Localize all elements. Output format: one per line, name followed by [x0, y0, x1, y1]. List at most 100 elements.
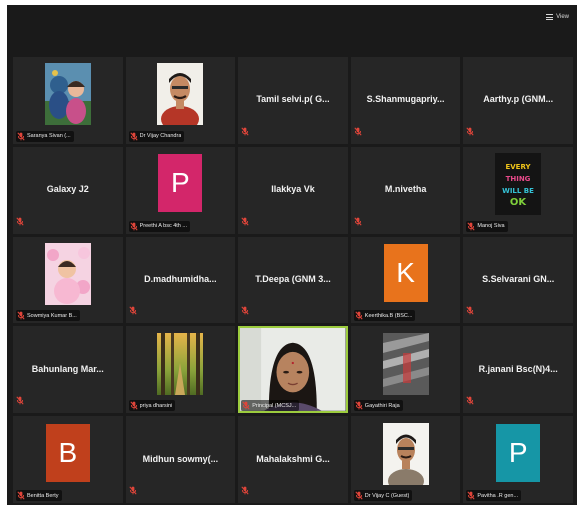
participant-tile[interactable]: Dr Vijay C (Guest) [350, 416, 461, 503]
mic-muted-icon [17, 311, 25, 320]
avatar: B [45, 423, 90, 482]
mic-muted-icon [129, 222, 138, 231]
participant-tile[interactable]: Midhun sowmy(... [125, 416, 236, 503]
mic-muted-icon [355, 311, 363, 320]
mic-muted-icon [354, 127, 362, 136]
participant-tile[interactable]: EVERY THING WILL BE OK Manoj Siva [463, 146, 573, 234]
svg-text:WILL BE: WILL BE [502, 187, 534, 195]
name-label: Benitta Berty [16, 490, 62, 501]
mic-status [16, 213, 24, 231]
profile-picture [44, 63, 91, 126]
participant-name: D.madhumidha... [144, 273, 217, 284]
mic-muted-icon [17, 132, 25, 141]
mic-muted-icon [241, 306, 249, 315]
participant-tile[interactable]: B Benitta Berty [13, 416, 123, 503]
mic-muted-icon [354, 217, 362, 226]
avatar: K [383, 244, 428, 303]
participant-name: Midhun sowmy(... [142, 453, 219, 464]
participant-name: R.janani Bsc(N)4... [478, 363, 558, 374]
participant-tile[interactable]: Gayathiri Raja [350, 326, 461, 414]
participant-tile[interactable]: P Preethi A bsc 4th ... [125, 146, 236, 234]
participant-name: Bahunlang Mar... [31, 363, 104, 374]
participant-tile[interactable]: S.Selvarani GN... [463, 236, 573, 324]
mic-muted-icon [241, 486, 249, 495]
avatar: P [158, 154, 203, 213]
name-label: Pavitha .R gen... [466, 490, 522, 501]
mic-muted-icon [129, 401, 138, 410]
profile-picture [382, 332, 429, 395]
mic-status [128, 482, 137, 500]
name-label: Sowmiya Kumar B... [16, 310, 80, 322]
participant-name: Aarthy.p (GNM... [483, 94, 554, 105]
mic-muted-icon [242, 401, 250, 410]
participant-tile[interactable]: Sowmiya Kumar B... [13, 236, 123, 324]
participant-name: Principal (MCSJ... [252, 402, 297, 409]
mic-status [466, 302, 475, 320]
name-label: Dr Vijay Chandra [128, 130, 185, 142]
mic-status [241, 482, 249, 500]
meeting-top-bar: View [7, 5, 577, 55]
mic-muted-icon [355, 491, 363, 500]
profile-picture [157, 332, 204, 395]
participant-tile[interactable]: M.nivetha [350, 146, 461, 234]
mic-muted-icon [466, 127, 475, 136]
participant-tile[interactable]: Galaxy J2 [13, 146, 123, 234]
svg-text:EVERY: EVERY [506, 163, 532, 171]
mic-status [16, 392, 24, 410]
participant-tile[interactable]: priya dharsini [125, 326, 236, 414]
participant-tile[interactable]: Principal (MCSJ... [238, 326, 348, 414]
mic-muted-icon [355, 401, 363, 410]
mic-muted-icon [241, 127, 249, 136]
participant-tile[interactable]: K Keerthika.B (BSC... [350, 236, 461, 324]
participant-name: Benitta Berty [27, 492, 59, 499]
profile-picture: EVERY THING WILL BE OK [495, 153, 542, 216]
meeting-window: View Saranya Sivan (... Dr Vijay Chandra T… [7, 5, 577, 505]
name-label: Saranya Sivan (... [16, 130, 74, 142]
mic-status [354, 123, 362, 141]
participant-tile[interactable]: D.madhumidha... [125, 236, 236, 324]
avatar: P [496, 423, 541, 482]
svg-text:THING: THING [506, 175, 531, 183]
mic-status [241, 302, 249, 320]
mic-status [466, 392, 475, 410]
name-label: Principal (MCSJ... [241, 400, 300, 412]
participant-tile[interactable]: T.Deepa (GNM 3... [238, 236, 348, 324]
participant-tile[interactable]: Aarthy.p (GNM... [463, 57, 573, 144]
participant-name: M.nivetha [384, 184, 427, 195]
participant-name: Saranya Sivan (... [27, 133, 71, 140]
participant-name: Ilakkya Vk [271, 184, 315, 195]
mic-muted-icon [129, 132, 138, 141]
name-label: Manoj Siva [466, 220, 508, 232]
participant-name: Pavitha .R gen... [477, 492, 519, 499]
participant-tile[interactable]: Bahunlang Mar... [13, 326, 123, 414]
participant-name: Dr Vijay Chandra [139, 133, 182, 140]
participant-tile[interactable]: Saranya Sivan (... [13, 57, 123, 144]
view-button[interactable]: View [546, 14, 569, 20]
mic-status [241, 123, 249, 141]
participant-tile[interactable]: Ilakkya Vk [238, 146, 348, 234]
participant-tile[interactable]: R.janani Bsc(N)4... [463, 326, 573, 414]
participant-name: Keerthika.B (BSC... [364, 312, 413, 319]
mic-status [354, 213, 362, 231]
participant-tile[interactable]: Mahalakshmi G... [238, 416, 348, 503]
mic-muted-icon [467, 491, 476, 500]
profile-picture [44, 242, 91, 305]
participant-name: Dr Vijay C (Guest) [364, 492, 410, 499]
participant-name: Sowmiya Kumar B... [27, 312, 77, 319]
mic-status [128, 302, 137, 320]
gallery-grid: Saranya Sivan (... Dr Vijay Chandra Tamil … [13, 57, 573, 503]
participant-tile[interactable]: Dr Vijay Chandra [125, 57, 236, 144]
profile-picture [382, 422, 429, 485]
mic-muted-icon [241, 217, 249, 226]
mic-status [241, 213, 249, 231]
mic-muted-icon [128, 306, 137, 315]
participant-tile[interactable]: S.Shanmugapriy... [350, 57, 461, 144]
mic-muted-icon [466, 396, 475, 405]
participant-tile[interactable]: Tamil selvi.p( G... [238, 57, 348, 144]
participant-name: Mahalakshmi G... [256, 453, 330, 464]
mic-status [466, 123, 475, 141]
participant-name: priya dharsini [139, 402, 173, 409]
participant-tile[interactable]: P Pavitha .R gen... [463, 416, 573, 503]
mic-muted-icon [16, 396, 24, 405]
mic-muted-icon [467, 222, 476, 231]
